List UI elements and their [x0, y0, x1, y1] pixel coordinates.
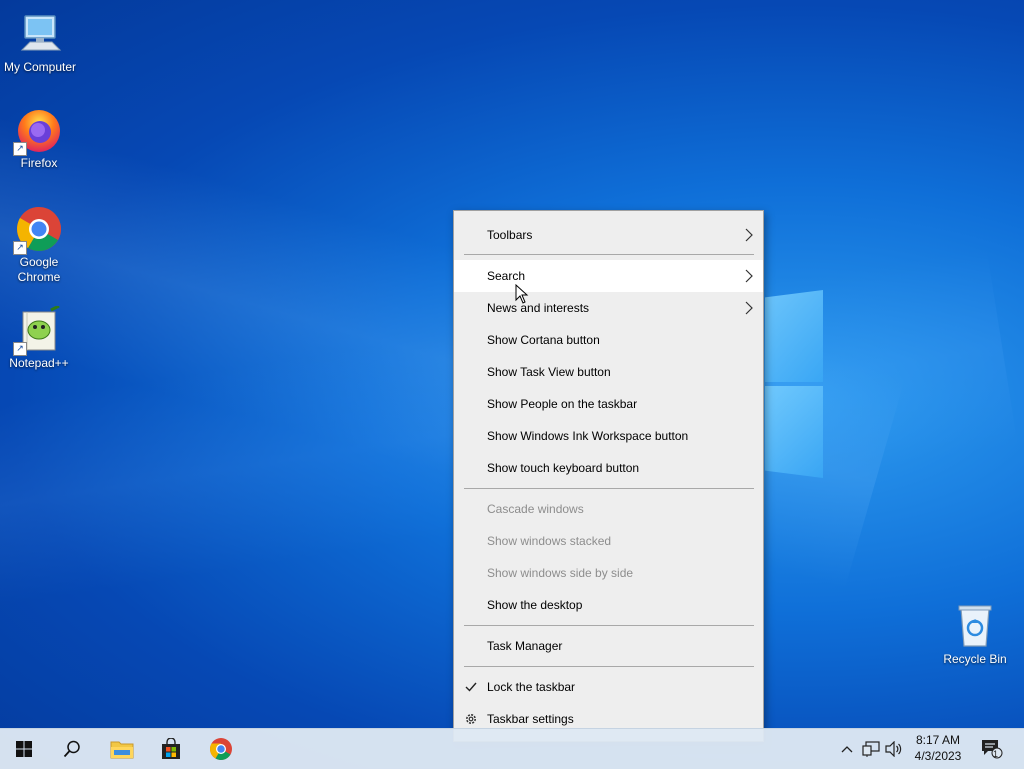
recycle-bin-icon — [951, 602, 999, 650]
network-icon — [862, 741, 880, 757]
menu-item-show-touch-keyboard[interactable]: Show touch keyboard button — [454, 452, 763, 484]
menu-item-show-windows-stacked: Show windows stacked — [487, 534, 612, 548]
chrome-icon — [210, 738, 232, 760]
menu-item-show-windows-side-by-side: Show windows side by side — [487, 566, 634, 580]
taskbar: 8:17 AM 4/3/2023 1 — [0, 728, 1024, 769]
desktop-icon-label: Google Chrome — [17, 255, 61, 284]
menu-item-show-task-view-button[interactable]: Show Task View button — [454, 356, 763, 388]
notification-icon — [982, 740, 1003, 759]
speaker-icon — [885, 741, 902, 757]
desktop-icon-label: Notepad++ — [9, 356, 69, 370]
show-hidden-icons-button[interactable] — [836, 729, 858, 769]
menu-separator — [464, 666, 754, 667]
shortcut-arrow-icon: ↗ — [13, 142, 27, 156]
action-center-button[interactable]: 1 — [978, 729, 1006, 769]
menu-item-toolbars[interactable]: Toolbars — [454, 219, 763, 251]
desktop-icon-label: Recycle Bin — [943, 652, 1007, 666]
menu-item-show-windows-ink-workspace[interactable]: Show Windows Ink Workspace button — [454, 420, 763, 452]
menu-item-show-people[interactable]: Show People on the taskbar — [454, 388, 763, 420]
taskbar-google-chrome[interactable] — [197, 729, 245, 769]
menu-item-show-the-desktop[interactable]: Show the desktop — [454, 589, 763, 621]
start-icon — [16, 741, 32, 757]
desktop-icon-google-chrome[interactable]: ↗ Google Chrome — [0, 205, 79, 285]
desktop-icon-notepad-plus-plus[interactable]: ↗ Notepad++ — [0, 304, 79, 371]
menu-item-show-cortana-button[interactable]: Show Cortana button — [454, 324, 763, 356]
menu-separator — [464, 625, 754, 626]
clock-time: 8:17 AM — [915, 733, 961, 747]
store-icon — [162, 738, 180, 759]
clock-date: 4/3/2023 — [914, 749, 962, 763]
firefox-icon: ↗ — [13, 106, 63, 156]
desktop-icon-my-computer[interactable]: My Computer — [0, 10, 80, 75]
taskbar-context-menu: Toolbars Search News and interests Show … — [453, 210, 764, 742]
chrome-icon: ↗ — [13, 205, 63, 255]
desktop-icon-label: My Computer — [3, 60, 77, 74]
checkmark-icon — [465, 682, 477, 692]
taskbar-clock[interactable]: 8:17 AM 4/3/2023 — [906, 732, 970, 764]
chevron-right-icon — [745, 301, 753, 315]
gear-icon — [466, 714, 476, 724]
wallpaper-windows-logo — [765, 290, 823, 480]
mouse-cursor-icon — [515, 284, 529, 304]
shortcut-arrow-icon: ↗ — [13, 342, 27, 356]
start-button[interactable] — [0, 729, 48, 769]
file-explorer-icon — [110, 741, 134, 759]
shortcut-arrow-icon: ↗ — [13, 241, 27, 255]
network-status-button[interactable] — [860, 729, 882, 769]
taskbar-file-explorer[interactable] — [98, 729, 146, 769]
menu-item-lock-the-taskbar[interactable]: Lock the taskbar — [454, 671, 763, 703]
chevron-right-icon — [745, 228, 753, 242]
monitor-icon — [16, 10, 64, 58]
notepadpp-icon: ↗ — [13, 304, 63, 356]
desktop-icon-label: Firefox — [20, 156, 58, 170]
chevron-up-icon — [841, 746, 853, 753]
chevron-right-icon — [745, 269, 753, 283]
taskbar-microsoft-store[interactable] — [147, 729, 195, 769]
desktop-icon-recycle-bin[interactable]: Recycle Bin — [935, 602, 1015, 667]
desktop-icon-firefox[interactable]: ↗ Firefox — [0, 106, 79, 171]
menu-item-news-and-interests[interactable]: News and interests — [454, 292, 763, 324]
menu-item-cascade-windows: Cascade windows — [487, 502, 584, 516]
menu-item-task-manager[interactable]: Task Manager — [454, 630, 763, 662]
taskbar-search-button[interactable] — [48, 729, 96, 769]
menu-item-search[interactable]: Search — [454, 260, 763, 292]
notification-count-badge: 1 — [993, 749, 999, 759]
menu-separator — [464, 254, 754, 255]
menu-separator — [464, 488, 754, 489]
volume-button[interactable] — [883, 729, 905, 769]
search-icon — [63, 740, 80, 758]
